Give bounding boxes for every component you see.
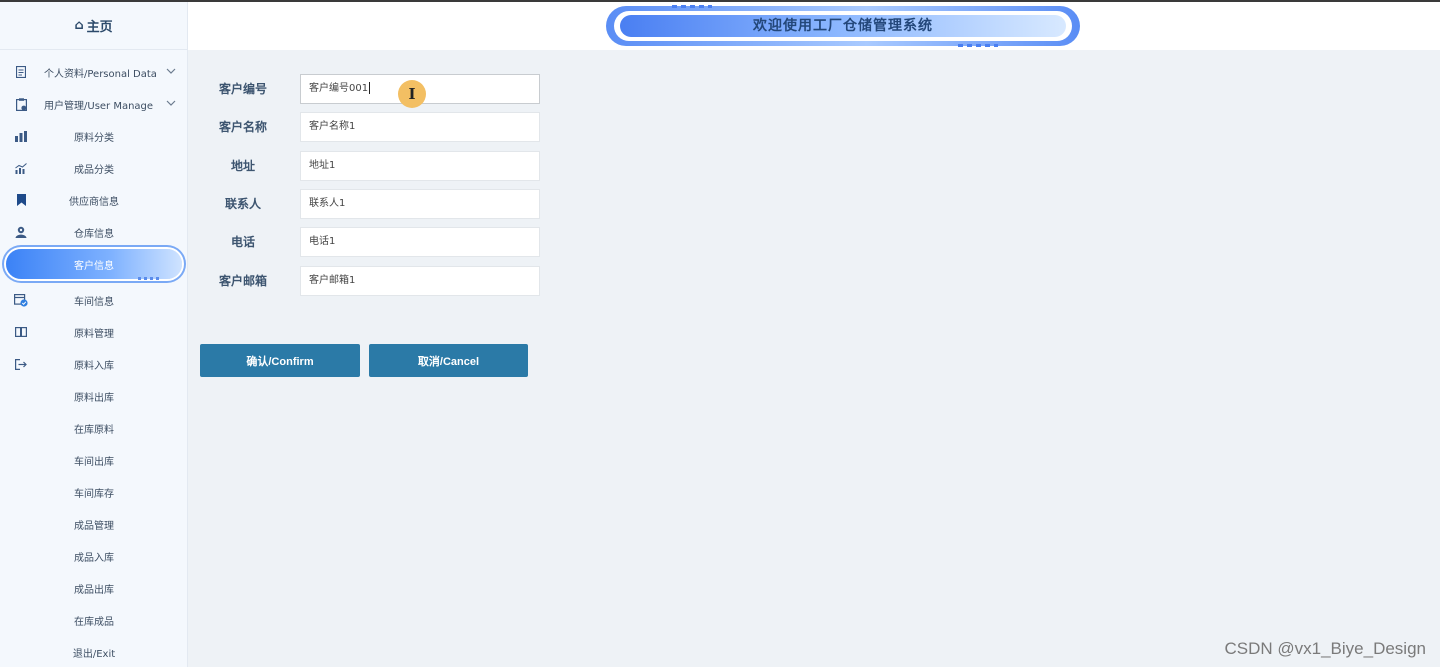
field-label: 客户邮箱 [218,274,267,288]
home-label: 主页 [86,20,113,35]
sidebar-item-label: 原料入库 [74,360,114,372]
field-label: 地址 [230,159,255,173]
sidebar-item-customer[interactable]: 客户信息 [0,245,188,280]
decor-dots [138,277,160,280]
home-icon: ⌂ [74,18,84,33]
home-link[interactable]: ⌂ 主页 [0,2,187,50]
sidebar-item-product-in-stock[interactable]: 在库成品 [0,610,188,630]
sidebar-item-supplier[interactable]: 供应商信息 [0,190,188,210]
confirm-button[interactable]: 确认/Confirm [200,344,360,377]
sidebar-item-label: 仓库信息 [74,228,114,240]
sidebar-item-label: 客户信息 [74,260,114,272]
text-caret [369,82,371,94]
sidebar-item-workshop[interactable]: 车间信息 [0,290,188,310]
cancel-button[interactable]: 取消/Cancel [369,344,528,377]
text-cursor-icon: I [398,80,426,108]
sidebar-item-label: 车间信息 [74,296,114,308]
field-label: 联系人 [224,197,261,211]
clipboard-icon [14,97,28,111]
watermark: CSDN @vx1_Biye_Design [1224,639,1426,658]
decor-dots [30,245,52,248]
top-header: 欢迎使用工厂仓储管理系统 [188,2,1440,50]
form-row-contact: 联系人 联系人1 [188,189,588,219]
phone-input[interactable]: 电话1 [300,227,540,257]
sidebar-item-label: 成品分类 [74,164,114,176]
sidebar-item-material-inbound[interactable]: 原料入库 [0,354,188,374]
sidebar-item-label: 供应商信息 [69,196,119,208]
sidebar-item-warehouse[interactable]: 仓库信息 [0,222,188,242]
sidebar-item-user-manage[interactable]: 用户管理/User Manage [0,94,188,114]
sidebar-item-material-category[interactable]: 原料分类 [0,126,188,146]
document-icon [14,65,28,79]
sidebar-item-product-category[interactable]: 成品分类 [0,158,188,178]
sidebar-item-label: 原料出库 [74,392,114,404]
sidebar-item-product-manage[interactable]: 成品管理 [0,514,188,534]
sidebar-item-label: 原料分类 [74,132,114,144]
sidebar-item-product-outbound[interactable]: 成品出库 [0,578,188,598]
email-input[interactable]: 客户邮箱1 [300,266,540,296]
sidebar-item-label: 在库原料 [74,424,114,436]
customer-name-input[interactable]: 客户名称1 [300,112,540,142]
sidebar-item-material-in-stock[interactable]: 在库原料 [0,418,188,438]
sidebar-item-material-outbound[interactable]: 原料出库 [0,386,188,406]
form-row-customer-id: 客户编号 客户编号001 [188,74,588,104]
field-label: 电话 [230,235,255,249]
sidebar-item-product-inbound[interactable]: 成品入库 [0,546,188,566]
sidebar-item-label: 成品出库 [74,584,114,596]
sidebar-item-label: 车间出库 [74,456,114,468]
sidebar-item-personal-data[interactable]: 个人资料/Personal Data [0,62,188,82]
sidebar-item-label: 成品管理 [74,520,114,532]
field-label: 客户编号 [218,82,267,96]
sidebar-item-label: 在库成品 [74,616,114,628]
chevron-down-icon [166,100,176,106]
contact-input[interactable]: 联系人1 [300,189,540,219]
address-input[interactable]: 地址1 [300,151,540,181]
sidebar: ⌂ 主页 个人资料/Personal Data 用户管理/User Manage… [0,2,188,667]
sidebar-item-label: 成品入库 [74,552,114,564]
sidebar-item-label: 退出/Exit [72,648,116,660]
page-title: 欢迎使用工厂仓储管理系统 [753,18,933,34]
sidebar-item-label: 车间库存 [74,488,114,500]
form-row-phone: 电话 电话1 [188,227,588,257]
sidebar-item-material-manage[interactable]: 原料管理 [0,322,188,342]
sidebar-item-workshop-stock[interactable]: 车间库存 [0,482,188,502]
form-row-email: 客户邮箱 客户邮箱1 [188,266,588,296]
form-row-address: 地址 地址1 [188,151,588,181]
sidebar-item-exit[interactable]: 退出/Exit [0,642,188,662]
sidebar-item-label: 用户管理/User Manage [44,100,154,112]
title-banner: 欢迎使用工厂仓储管理系统 [606,5,1080,47]
input-value: 客户编号001 [309,83,369,94]
sidebar-item-label: 原料管理 [74,328,114,340]
sidebar-item-workshop-outbound[interactable]: 车间出库 [0,450,188,470]
sidebar-item-label: 个人资料/Personal Data [44,68,157,80]
field-label: 客户名称 [218,120,267,134]
chevron-down-icon [166,68,176,74]
form-row-customer-name: 客户名称 客户名称1 [188,112,588,142]
